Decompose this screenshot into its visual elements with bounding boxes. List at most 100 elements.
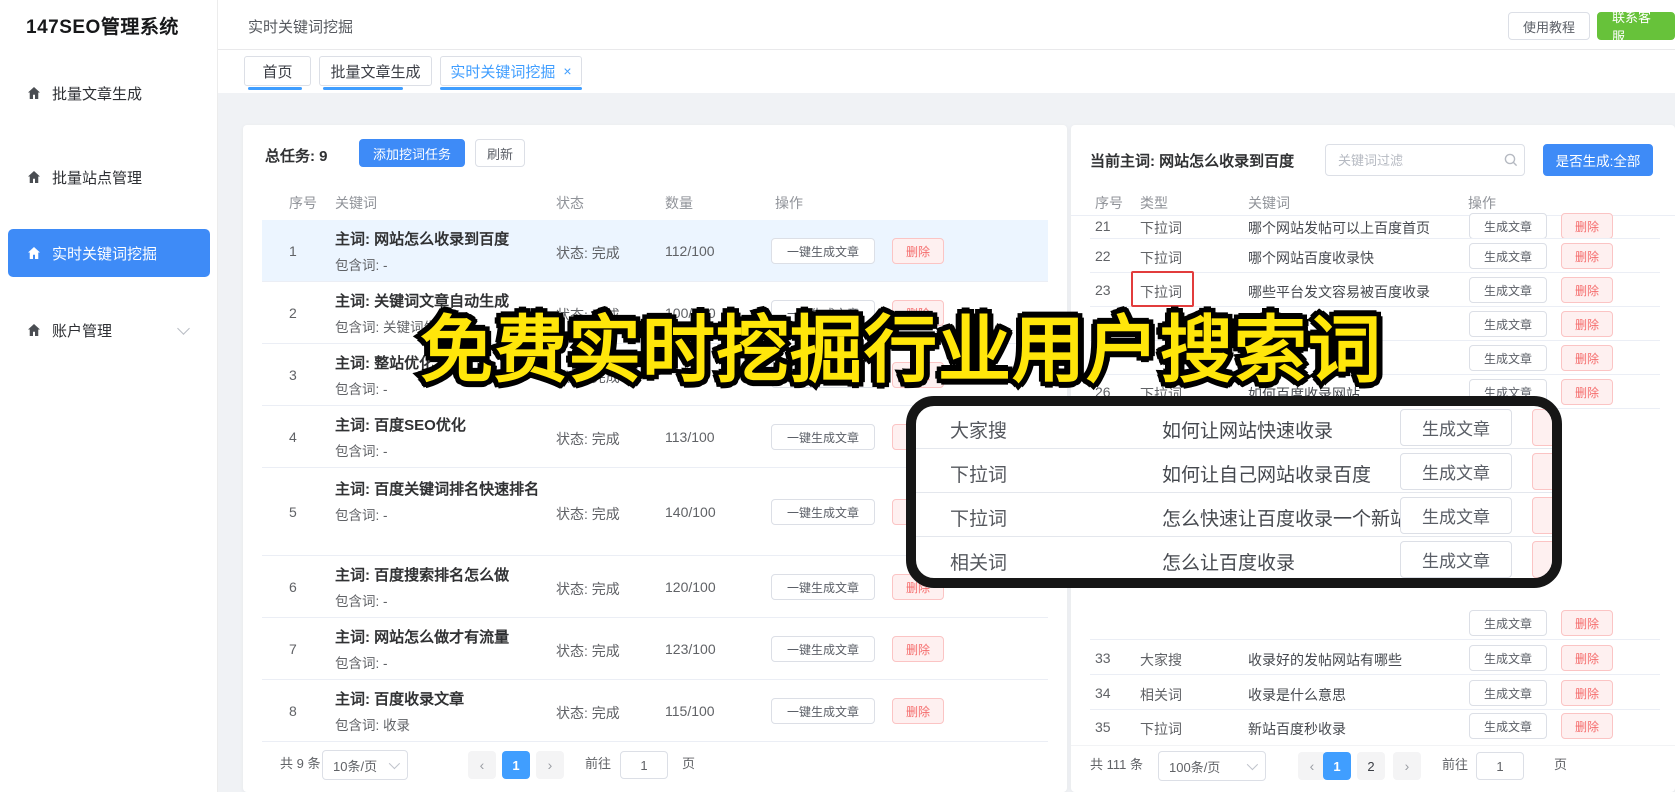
table-row[interactable]: 21 下拉词 哪个网站发帖可以上百度首页 生成文章 删除	[1090, 209, 1660, 239]
next-page-button[interactable]: ›	[536, 751, 564, 779]
goto-page-input[interactable]	[620, 751, 668, 779]
delete-button[interactable]: 删除	[892, 238, 944, 264]
delete-button[interactable]	[1532, 497, 1552, 534]
prev-page-button[interactable]: ‹	[468, 751, 496, 779]
generate-article-button[interactable]: 生成文章	[1400, 497, 1512, 534]
delete-button[interactable]: 删除	[892, 698, 944, 724]
delete-button[interactable]: 删除	[1561, 243, 1613, 269]
row-status: 状态: 完成	[556, 643, 620, 659]
keyword-filter-input[interactable]	[1325, 144, 1525, 176]
goto-label: 前往	[1442, 757, 1469, 772]
header-keyword: 关键词	[335, 195, 377, 211]
delete-button[interactable]	[1532, 409, 1552, 446]
tutorial-button[interactable]: 使用教程	[1508, 12, 1591, 40]
generate-article-button[interactable]: 一键生成文章	[771, 424, 875, 450]
generate-article-button[interactable]: 生成文章	[1469, 277, 1547, 303]
header-actions: 操作	[775, 195, 803, 211]
row-type: 相关词	[1140, 687, 1182, 703]
page-number-1[interactable]: 1	[502, 751, 530, 779]
table-row[interactable]: 34 相关词 收录是什么意思 生成文章 删除	[1090, 675, 1660, 710]
page-number-2[interactable]: 2	[1357, 752, 1385, 780]
table-row[interactable]: 生成文章 删除	[1090, 606, 1660, 640]
generate-article-button[interactable]: 生成文章	[1469, 311, 1547, 337]
generate-article-button[interactable]: 一键生成文章	[771, 698, 875, 724]
generate-article-button[interactable]: 生成文章	[1469, 713, 1547, 739]
generate-article-button[interactable]: 一键生成文章	[771, 238, 875, 264]
delete-button[interactable]: 删除	[1561, 345, 1613, 371]
delete-button[interactable]	[1532, 541, 1552, 578]
row-index: 6	[289, 579, 297, 595]
row-count: 115/100	[665, 703, 715, 719]
row-type: 下拉词	[1140, 250, 1182, 266]
generate-article-button[interactable]: 一键生成文章	[771, 636, 875, 662]
table-row[interactable]: 下拉词 怎么快速让百度收录一个新站 生成文章	[916, 494, 1552, 537]
chevron-down-icon	[1246, 758, 1259, 771]
delete-button[interactable]: 删除	[1561, 713, 1613, 739]
delete-button[interactable]: 删除	[1561, 680, 1613, 706]
sidebar-item-keyword-mining[interactable]: 实时关键词挖掘	[8, 229, 210, 277]
close-icon[interactable]: ×	[563, 63, 571, 79]
delete-button[interactable]: 删除	[1561, 610, 1613, 636]
table-row[interactable]: 7 主词: 网站怎么做才有流量 包含词: - 状态: 完成 123/100 一键…	[262, 618, 1048, 680]
generate-article-button[interactable]: 生成文章	[1469, 610, 1547, 636]
delete-button[interactable]: 删除	[892, 636, 944, 662]
promo-overlay-text: 免费实时挖掘行业用户搜索词	[416, 306, 1386, 396]
contact-support-button[interactable]: 联系客服	[1597, 10, 1675, 44]
sidebar-item-batch-site[interactable]: 批量站点管理	[8, 153, 210, 201]
delete-button[interactable]: 删除	[1561, 213, 1613, 238]
result-pagination: 共 111 条 100条/页 ‹ 1 2 › 前往 页	[1071, 745, 1675, 785]
sidebar-item-batch-article[interactable]: 批量文章生成	[8, 69, 210, 117]
row-type: 下拉词	[950, 509, 1008, 530]
generate-article-button[interactable]: 一键生成文章	[771, 499, 875, 525]
generate-article-button[interactable]: 生成文章	[1469, 345, 1547, 371]
row-contains: 包含词: -	[335, 508, 388, 523]
tab-batch-article[interactable]: 批量文章生成	[319, 56, 432, 86]
generate-article-button[interactable]: 生成文章	[1469, 645, 1547, 671]
refresh-button[interactable]: 刷新	[475, 139, 525, 167]
row-type: 下拉词	[1140, 721, 1182, 737]
delete-button[interactable]	[1532, 453, 1552, 490]
table-row[interactable]: 35 下拉词 新站百度秒收录 生成文章 删除	[1090, 710, 1660, 742]
table-row[interactable]: 大家搜 如何让网站快速收录 生成文章	[916, 406, 1552, 449]
generate-filter-button[interactable]: 是否生成:全部	[1543, 144, 1653, 176]
table-row[interactable]: 下拉词 如何让自己网站收录百度 生成文章	[916, 450, 1552, 493]
prev-page-button[interactable]: ‹	[1298, 752, 1326, 780]
page-size-value: 100条/页	[1169, 759, 1221, 775]
generate-article-button[interactable]: 一键生成文章	[771, 574, 875, 600]
page-size-select[interactable]: 10条/页	[322, 750, 408, 780]
table-row[interactable]: 33 大家搜 收录好的发帖网站有哪些 生成文章 删除	[1090, 640, 1660, 675]
table-row[interactable]: 8 主词: 百度收录文章 包含词: 收录 状态: 完成 115/100 一键生成…	[262, 680, 1048, 742]
add-task-button[interactable]: 添加挖词任务	[359, 139, 465, 167]
page-size-value: 10条/页	[333, 758, 378, 774]
generate-article-button[interactable]: 生成文章	[1469, 243, 1547, 269]
tab-keyword-mining[interactable]: 实时关键词挖掘 ×	[440, 56, 582, 86]
table-row[interactable]: 相关词 怎么让百度收录 生成文章	[916, 538, 1552, 578]
task-table-header: 序号 关键词 状态 数量 操作	[243, 193, 1067, 219]
row-type: 大家搜	[950, 421, 1008, 442]
delete-button[interactable]: 删除	[1561, 379, 1613, 405]
delete-button[interactable]: 删除	[1561, 277, 1613, 303]
tab-label: 批量文章生成	[330, 63, 421, 81]
row-keyword: 如何让网站快速收录	[1162, 421, 1334, 442]
goto-page-input[interactable]	[1476, 752, 1524, 780]
tab-home[interactable]: 首页	[244, 56, 311, 86]
row-index: 1	[289, 243, 297, 259]
generate-article-button[interactable]: 生成文章	[1400, 541, 1512, 578]
delete-button[interactable]: 删除	[1561, 311, 1613, 337]
next-page-button[interactable]: ›	[1393, 752, 1421, 780]
row-type: 相关词	[950, 553, 1008, 574]
sidebar-item-account[interactable]: 账户管理	[8, 306, 210, 354]
page-size-select[interactable]: 100条/页	[1158, 751, 1266, 781]
table-row[interactable]: 1 主词: 网站怎么收录到百度 包含词: - 状态: 完成 112/100 一键…	[262, 220, 1048, 282]
generate-article-button[interactable]: 生成文章	[1400, 453, 1512, 490]
row-count: 140/100	[665, 504, 716, 520]
row-index: 3	[289, 367, 297, 383]
table-row[interactable]: 22 下拉词 哪个网站百度收录快 生成文章 删除	[1090, 239, 1660, 273]
generate-article-button[interactable]: 生成文章	[1469, 680, 1547, 706]
generate-article-button[interactable]: 生成文章	[1469, 213, 1547, 238]
delete-button[interactable]: 删除	[1561, 645, 1613, 671]
generate-article-button[interactable]: 生成文章	[1400, 409, 1512, 446]
row-keyword: 怎么快速让百度收录一个新站	[1162, 509, 1410, 530]
page-number-1[interactable]: 1	[1323, 752, 1351, 780]
row-keyword: 主词: 网站怎么做才有流量	[335, 629, 510, 646]
